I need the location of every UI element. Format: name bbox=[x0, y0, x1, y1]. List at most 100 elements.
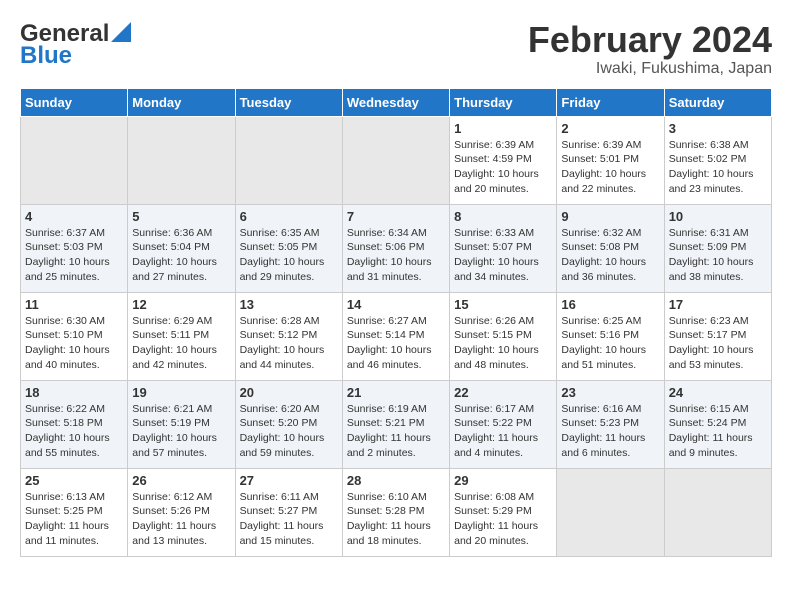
day-number: 5 bbox=[132, 209, 230, 224]
day-info: Sunrise: 6:29 AM Sunset: 5:11 PM Dayligh… bbox=[132, 314, 230, 373]
calendar-cell bbox=[21, 116, 128, 204]
day-info: Sunrise: 6:08 AM Sunset: 5:29 PM Dayligh… bbox=[454, 490, 552, 549]
calendar-cell: 29 Sunrise: 6:08 AM Sunset: 5:29 PM Dayli… bbox=[450, 468, 557, 556]
day-number: 7 bbox=[347, 209, 445, 224]
calendar-cell: 11 Sunrise: 6:30 AM Sunset: 5:10 PM Dayli… bbox=[21, 292, 128, 380]
calendar-cell: 5 Sunrise: 6:36 AM Sunset: 5:04 PM Daylig… bbox=[128, 204, 235, 292]
title-area: February 2024 Iwaki, Fukushima, Japan bbox=[528, 20, 772, 78]
day-number: 26 bbox=[132, 473, 230, 488]
calendar-week-row: 1 Sunrise: 6:39 AM Sunset: 4:59 PM Daylig… bbox=[21, 116, 772, 204]
day-number: 12 bbox=[132, 297, 230, 312]
month-title: February 2024 bbox=[528, 20, 772, 60]
day-number: 9 bbox=[561, 209, 659, 224]
calendar-cell: 15 Sunrise: 6:26 AM Sunset: 5:15 PM Dayli… bbox=[450, 292, 557, 380]
day-info: Sunrise: 6:25 AM Sunset: 5:16 PM Dayligh… bbox=[561, 314, 659, 373]
day-info: Sunrise: 6:28 AM Sunset: 5:12 PM Dayligh… bbox=[240, 314, 338, 373]
day-info: Sunrise: 6:35 AM Sunset: 5:05 PM Dayligh… bbox=[240, 226, 338, 285]
calendar-cell: 19 Sunrise: 6:21 AM Sunset: 5:19 PM Dayli… bbox=[128, 380, 235, 468]
calendar-cell: 10 Sunrise: 6:31 AM Sunset: 5:09 PM Dayli… bbox=[664, 204, 771, 292]
day-info: Sunrise: 6:31 AM Sunset: 5:09 PM Dayligh… bbox=[669, 226, 767, 285]
calendar-header: SundayMondayTuesdayWednesdayThursdayFrid… bbox=[21, 88, 772, 116]
day-info: Sunrise: 6:21 AM Sunset: 5:19 PM Dayligh… bbox=[132, 402, 230, 461]
calendar-cell: 4Sunrise: 6:37 AM Sunset: 5:03 PM Daylig… bbox=[21, 204, 128, 292]
day-of-week-header: Tuesday bbox=[235, 88, 342, 116]
day-of-week-header: Monday bbox=[128, 88, 235, 116]
calendar-cell: 12 Sunrise: 6:29 AM Sunset: 5:11 PM Dayli… bbox=[128, 292, 235, 380]
day-number: 16 bbox=[561, 297, 659, 312]
day-of-week-header: Sunday bbox=[21, 88, 128, 116]
day-number: 8 bbox=[454, 209, 552, 224]
day-info: Sunrise: 6:36 AM Sunset: 5:04 PM Dayligh… bbox=[132, 226, 230, 285]
day-of-week-header: Thursday bbox=[450, 88, 557, 116]
calendar-cell: 24Sunrise: 6:15 AM Sunset: 5:24 PM Dayli… bbox=[664, 380, 771, 468]
day-info: Sunrise: 6:37 AM Sunset: 5:03 PM Dayligh… bbox=[25, 226, 123, 285]
calendar-week-row: 25 Sunrise: 6:13 AM Sunset: 5:25 PM Dayli… bbox=[21, 468, 772, 556]
day-info: Sunrise: 6:38 AM Sunset: 5:02 PM Dayligh… bbox=[669, 138, 767, 197]
day-number: 27 bbox=[240, 473, 338, 488]
day-number: 10 bbox=[669, 209, 767, 224]
day-number: 28 bbox=[347, 473, 445, 488]
calendar-cell: 23 Sunrise: 6:16 AM Sunset: 5:23 PM Dayli… bbox=[557, 380, 664, 468]
calendar-cell: 27Sunrise: 6:11 AM Sunset: 5:27 PM Dayli… bbox=[235, 468, 342, 556]
day-number: 14 bbox=[347, 297, 445, 312]
day-of-week-header: Friday bbox=[557, 88, 664, 116]
calendar-cell: 25 Sunrise: 6:13 AM Sunset: 5:25 PM Dayli… bbox=[21, 468, 128, 556]
day-info: Sunrise: 6:26 AM Sunset: 5:15 PM Dayligh… bbox=[454, 314, 552, 373]
calendar-cell: 7 Sunrise: 6:34 AM Sunset: 5:06 PM Daylig… bbox=[342, 204, 449, 292]
day-info: Sunrise: 6:19 AM Sunset: 5:21 PM Dayligh… bbox=[347, 402, 445, 461]
day-number: 11 bbox=[25, 297, 123, 312]
day-number: 19 bbox=[132, 385, 230, 400]
day-number: 23 bbox=[561, 385, 659, 400]
calendar-cell: 13 Sunrise: 6:28 AM Sunset: 5:12 PM Dayli… bbox=[235, 292, 342, 380]
day-number: 3 bbox=[669, 121, 767, 136]
day-info: Sunrise: 6:16 AM Sunset: 5:23 PM Dayligh… bbox=[561, 402, 659, 461]
day-info: Sunrise: 6:12 AM Sunset: 5:26 PM Dayligh… bbox=[132, 490, 230, 549]
logo-icon bbox=[111, 22, 131, 42]
day-number: 20 bbox=[240, 385, 338, 400]
day-number: 25 bbox=[25, 473, 123, 488]
day-info: Sunrise: 6:39 AM Sunset: 4:59 PM Dayligh… bbox=[454, 138, 552, 197]
day-info: Sunrise: 6:13 AM Sunset: 5:25 PM Dayligh… bbox=[25, 490, 123, 549]
calendar-table: SundayMondayTuesdayWednesdayThursdayFrid… bbox=[20, 88, 772, 557]
logo-blue: Blue bbox=[20, 42, 72, 70]
day-number: 13 bbox=[240, 297, 338, 312]
day-info: Sunrise: 6:17 AM Sunset: 5:22 PM Dayligh… bbox=[454, 402, 552, 461]
calendar-cell: 6Sunrise: 6:35 AM Sunset: 5:05 PM Daylig… bbox=[235, 204, 342, 292]
calendar-cell bbox=[664, 468, 771, 556]
calendar-cell bbox=[342, 116, 449, 204]
calendar-cell: 26 Sunrise: 6:12 AM Sunset: 5:26 PM Dayli… bbox=[128, 468, 235, 556]
day-info: Sunrise: 6:30 AM Sunset: 5:10 PM Dayligh… bbox=[25, 314, 123, 373]
calendar-cell: 17 Sunrise: 6:23 AM Sunset: 5:17 PM Dayli… bbox=[664, 292, 771, 380]
calendar-cell: 2 Sunrise: 6:39 AM Sunset: 5:01 PM Daylig… bbox=[557, 116, 664, 204]
day-number: 17 bbox=[669, 297, 767, 312]
day-info: Sunrise: 6:23 AM Sunset: 5:17 PM Dayligh… bbox=[669, 314, 767, 373]
calendar-cell bbox=[557, 468, 664, 556]
day-info: Sunrise: 6:27 AM Sunset: 5:14 PM Dayligh… bbox=[347, 314, 445, 373]
calendar-cell: 8Sunrise: 6:33 AM Sunset: 5:07 PM Daylig… bbox=[450, 204, 557, 292]
day-number: 24 bbox=[669, 385, 767, 400]
day-number: 21 bbox=[347, 385, 445, 400]
calendar-week-row: 4Sunrise: 6:37 AM Sunset: 5:03 PM Daylig… bbox=[21, 204, 772, 292]
calendar-cell bbox=[128, 116, 235, 204]
day-info: Sunrise: 6:34 AM Sunset: 5:06 PM Dayligh… bbox=[347, 226, 445, 285]
calendar-cell: 28 Sunrise: 6:10 AM Sunset: 5:28 PM Dayli… bbox=[342, 468, 449, 556]
calendar-cell: 20 Sunrise: 6:20 AM Sunset: 5:20 PM Dayli… bbox=[235, 380, 342, 468]
day-info: Sunrise: 6:39 AM Sunset: 5:01 PM Dayligh… bbox=[561, 138, 659, 197]
day-number: 2 bbox=[561, 121, 659, 136]
calendar-body: 1 Sunrise: 6:39 AM Sunset: 4:59 PM Daylig… bbox=[21, 116, 772, 556]
day-number: 15 bbox=[454, 297, 552, 312]
calendar-week-row: 11 Sunrise: 6:30 AM Sunset: 5:10 PM Dayli… bbox=[21, 292, 772, 380]
calendar-cell: 1 Sunrise: 6:39 AM Sunset: 4:59 PM Daylig… bbox=[450, 116, 557, 204]
day-number: 1 bbox=[454, 121, 552, 136]
calendar-cell bbox=[235, 116, 342, 204]
logo: General Blue bbox=[20, 20, 131, 70]
page-header: General Blue February 2024 Iwaki, Fukush… bbox=[20, 20, 772, 78]
location: Iwaki, Fukushima, Japan bbox=[528, 60, 772, 78]
day-number: 29 bbox=[454, 473, 552, 488]
day-of-week-header: Saturday bbox=[664, 88, 771, 116]
calendar-cell: 18Sunrise: 6:22 AM Sunset: 5:18 PM Dayli… bbox=[21, 380, 128, 468]
calendar-cell: 3 Sunrise: 6:38 AM Sunset: 5:02 PM Daylig… bbox=[664, 116, 771, 204]
day-info: Sunrise: 6:20 AM Sunset: 5:20 PM Dayligh… bbox=[240, 402, 338, 461]
calendar-cell: 14 Sunrise: 6:27 AM Sunset: 5:14 PM Dayli… bbox=[342, 292, 449, 380]
day-info: Sunrise: 6:10 AM Sunset: 5:28 PM Dayligh… bbox=[347, 490, 445, 549]
